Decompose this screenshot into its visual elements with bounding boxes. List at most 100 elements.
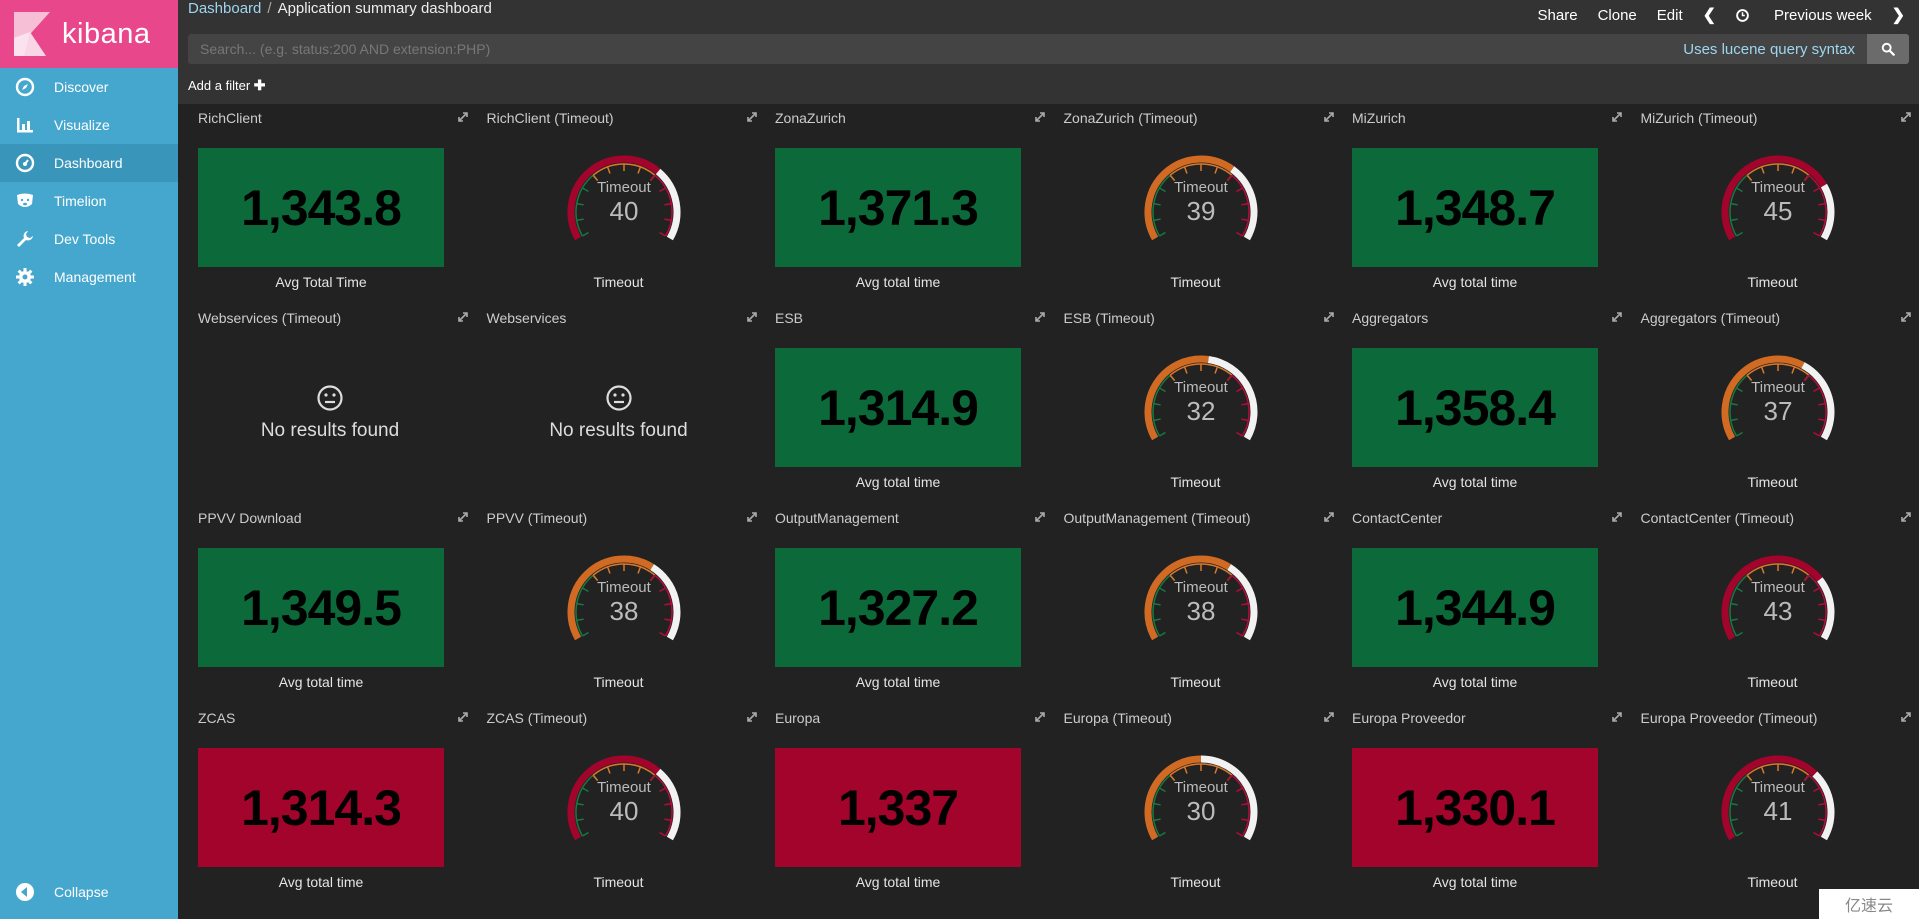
expand-panel-button[interactable] [1610, 310, 1624, 324]
panel-title: ESB (Timeout) [1063, 310, 1155, 326]
gauge-tick [1735, 231, 1743, 237]
top-actions: Share Clone Edit ❮ Previous week ❯ [1518, 5, 1905, 25]
kibana-logo[interactable]: kibana [0, 0, 178, 68]
time-prev-chevron-icon[interactable]: ❮ [1703, 5, 1716, 25]
gauge-chart: Timeout43 [1721, 555, 1834, 641]
kibana-logo-icon [14, 12, 50, 56]
sidebar-item-dev-tools[interactable]: Dev Tools [0, 220, 178, 258]
gauge-tick [1817, 618, 1825, 622]
gauge-tick [1803, 574, 1809, 582]
gauge-tick [581, 587, 589, 593]
sidebar-item-label: Discover [54, 79, 109, 95]
expand-panel-button[interactable] [1899, 710, 1913, 724]
gauge-tick [1817, 202, 1825, 206]
gauge-tick [1240, 602, 1248, 606]
expand-panel-button[interactable] [1899, 110, 1913, 124]
sidebar: kibana Discover Visualize Dashboard Timelio… [0, 0, 178, 919]
sidebar-item-management[interactable]: Management [0, 258, 178, 296]
breadcrumb: Dashboard / Application summary dashboard [188, 0, 492, 20]
collapse-button[interactable]: Collapse [0, 873, 178, 911]
expand-panel-button[interactable] [1610, 510, 1624, 524]
lucene-syntax-link[interactable]: Uses lucene query syntax [1683, 41, 1867, 58]
expand-panel-button[interactable] [1899, 510, 1913, 524]
expand-panel-button[interactable] [1033, 310, 1047, 324]
gauge-background-arc [1226, 564, 1257, 641]
gauge-value: 38 [609, 596, 638, 626]
expand-panel-button[interactable] [1322, 710, 1336, 724]
sidebar-item-timelion[interactable]: Timelion [0, 182, 178, 220]
gauge-tick [1730, 402, 1738, 406]
gauge-tick [1790, 766, 1795, 774]
expand-panel-button[interactable] [1322, 110, 1336, 124]
expand-panel-button[interactable] [1322, 310, 1336, 324]
expand-panel-button[interactable] [745, 110, 759, 124]
gauge-tick [663, 202, 671, 206]
gauge-tick [1817, 418, 1825, 422]
gauge-tick [1235, 587, 1243, 593]
gauge-chart: Timeout41 [1721, 755, 1834, 841]
gauge-tick [636, 166, 641, 174]
metric-value: 1,349.5 [198, 548, 444, 667]
expand-panel-button[interactable] [1033, 110, 1047, 124]
expand-panel-button[interactable] [456, 510, 470, 524]
metric-label: Avg total time [855, 874, 941, 890]
collapse-arrow-icon [14, 881, 36, 903]
gauge-tick [1817, 402, 1825, 406]
panel-title: ZonaZurich (Timeout) [1063, 110, 1198, 126]
gauge-tick [649, 174, 655, 182]
expand-panel-button[interactable] [745, 710, 759, 724]
add-filter-button[interactable]: Add a filter ✚ [188, 77, 266, 94]
search-button[interactable] [1867, 34, 1909, 64]
expand-panel-button[interactable] [1033, 710, 1047, 724]
expand-panel-button[interactable] [1610, 110, 1624, 124]
gauge-tick [1158, 187, 1166, 193]
gauge-value: 43 [1763, 596, 1792, 626]
gauge-title: Timeout [1174, 379, 1228, 396]
sidebar-item-dashboard[interactable]: Dashboard [0, 144, 178, 182]
sidebar-item-visualize[interactable]: Visualize [0, 106, 178, 144]
metric-value: 1,344.9 [1352, 548, 1598, 667]
expand-panel-button[interactable] [1899, 310, 1913, 324]
gauge-tick [1153, 618, 1161, 622]
expand-panel-button[interactable] [456, 710, 470, 724]
gauge-chart: Timeout38 [1144, 555, 1257, 641]
gauge-tick [1183, 566, 1188, 574]
no-results-message: No results found [549, 420, 688, 441]
breadcrumb-dashboard-link[interactable]: Dashboard [188, 0, 261, 17]
gauge-tick [1240, 202, 1248, 206]
gauge-tick [1812, 387, 1820, 393]
dashboard-grid: RichClient 1,343.8 Avg Total Time RichClien… [178, 104, 1919, 919]
gauge-tick [1812, 187, 1820, 193]
add-filter-label: Add a filter [188, 78, 251, 93]
gauge-tick [581, 787, 589, 793]
gauge-title: Timeout [1751, 379, 1805, 396]
gauge-tick [1183, 166, 1188, 174]
expand-icon [1612, 712, 1622, 722]
sidebar-item-discover[interactable]: Discover [0, 68, 178, 106]
search-input[interactable] [188, 34, 1684, 64]
expand-panel-button[interactable] [745, 310, 759, 324]
gauge-title: Timeout [1751, 579, 1805, 596]
expand-panel-button[interactable] [745, 510, 759, 524]
expand-panel-button[interactable] [1610, 710, 1624, 724]
time-picker-button[interactable]: Previous week [1736, 7, 1872, 24]
clone-button[interactable]: Clone [1598, 7, 1637, 24]
expand-icon [1323, 312, 1334, 322]
expand-panel-button[interactable] [1322, 510, 1336, 524]
edit-button[interactable]: Edit [1657, 7, 1683, 24]
gauge-title: Timeout [597, 179, 651, 196]
share-button[interactable]: Share [1538, 7, 1578, 24]
metric-panel: Europa Proveedor 1,330.1 Avg total time [1340, 704, 1628, 904]
panel-title: ZonaZurich [775, 110, 846, 126]
expand-panel-button[interactable] [456, 310, 470, 324]
gauge-tick [663, 218, 671, 222]
breadcrumb-separator: / [267, 0, 272, 17]
expand-panel-button[interactable] [456, 110, 470, 124]
gauge-label: Timeout [1170, 674, 1221, 690]
time-next-chevron-icon[interactable]: ❯ [1892, 5, 1905, 25]
gauge-tick [663, 802, 671, 806]
expand-panel-button[interactable] [1033, 510, 1047, 524]
expand-icon [1900, 712, 1911, 722]
collapse-label: Collapse [54, 884, 109, 900]
gauge-tick [1158, 787, 1166, 793]
